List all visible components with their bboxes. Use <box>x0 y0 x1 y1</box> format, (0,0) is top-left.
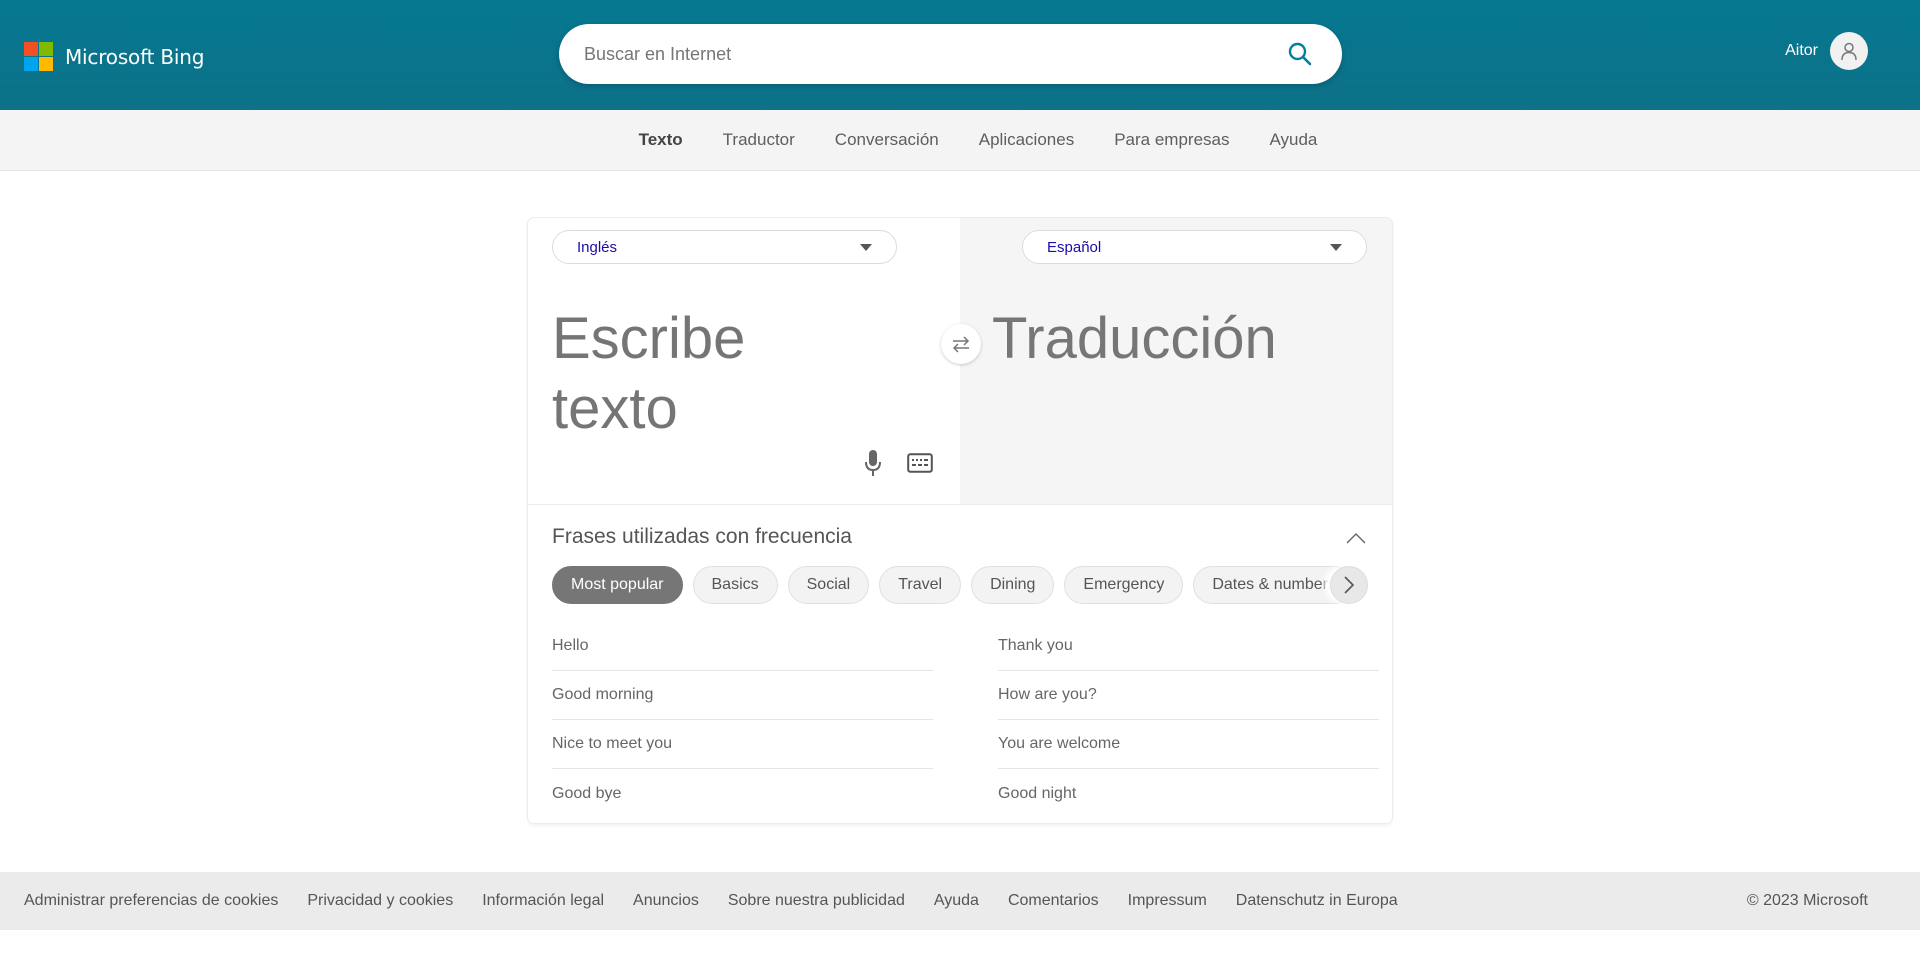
chip-dining[interactable]: Dining <box>971 566 1055 604</box>
person-icon <box>1841 42 1857 61</box>
nav-tab-aplicaciones[interactable]: Aplicaciones <box>959 130 1094 150</box>
phrases-section-title: Frases utilizadas con frecuencia <box>552 525 852 548</box>
chip-travel[interactable]: Travel <box>879 566 962 604</box>
footer-link-about-ads[interactable]: Sobre nuestra publicidad <box>728 892 905 910</box>
nav-tab-conversacion[interactable]: Conversación <box>815 130 959 150</box>
swap-arrows-icon <box>952 336 970 353</box>
source-pane: Inglés <box>528 218 960 504</box>
page-footer: Administrar preferencias de cookies Priv… <box>0 872 1920 930</box>
secondary-nav: Texto Traductor Conversación Aplicacione… <box>0 110 1920 171</box>
microphone-icon <box>865 450 881 476</box>
translation-panes: Inglés Escribe texto Español Traducción <box>528 218 1392 505</box>
chip-emergency[interactable]: Emergency <box>1064 566 1184 604</box>
footer-link-feedback[interactable]: Comentarios <box>1008 892 1099 910</box>
dropdown-caret-icon <box>860 243 872 251</box>
avatar <box>1830 32 1868 70</box>
microsoft-logo-icon <box>24 42 53 71</box>
user-account-button[interactable]: Aitor <box>1785 32 1868 70</box>
phrase-item[interactable]: Hello <box>552 622 933 671</box>
footer-link-privacy[interactable]: Privacidad y cookies <box>307 892 453 910</box>
search-bar <box>559 24 1342 84</box>
phrase-item[interactable]: Nice to meet you <box>552 720 933 769</box>
source-text-input[interactable] <box>552 304 852 444</box>
phrase-item[interactable]: Thank you <box>998 622 1379 671</box>
phrase-category-chips: Most popular Basics Social Travel Dining… <box>552 566 1368 606</box>
chevron-right-icon <box>1344 576 1355 594</box>
brand-name: Microsoft Bing <box>65 44 205 69</box>
phrase-item[interactable]: Good bye <box>552 769 933 818</box>
keyboard-button[interactable] <box>906 450 934 476</box>
target-pane: Español Traducción <box>960 218 1392 504</box>
top-header: Microsoft Bing Aitor <box>0 0 1920 110</box>
search-button[interactable] <box>1280 34 1320 74</box>
dropdown-caret-icon <box>1330 243 1342 251</box>
target-language-label: Español <box>1047 238 1102 256</box>
chips-scroll-next-button[interactable] <box>1330 566 1368 604</box>
phrase-item[interactable]: How are you? <box>998 671 1379 720</box>
footer-link-cookie-preferences[interactable]: Administrar preferencias de cookies <box>24 892 278 910</box>
copyright-text: © 2023 Microsoft <box>1746 892 1868 909</box>
search-input[interactable] <box>559 24 1280 84</box>
nav-tab-ayuda[interactable]: Ayuda <box>1249 130 1337 150</box>
phrase-item[interactable]: Good night <box>998 769 1379 818</box>
source-language-label: Inglés <box>577 238 618 256</box>
swap-languages-button[interactable] <box>941 324 981 364</box>
microphone-button[interactable] <box>860 448 886 478</box>
phrase-list-right: Thank you How are you? You are welcome G… <box>998 622 1379 818</box>
translation-output: Traducción <box>992 306 1277 371</box>
search-icon <box>1288 42 1312 66</box>
phrase-list-left: Hello Good morning Nice to meet you Good… <box>552 622 933 818</box>
bing-logo-link[interactable]: Microsoft Bing <box>24 42 204 71</box>
phrase-item[interactable]: Good morning <box>552 671 933 720</box>
collapse-phrases-button[interactable] <box>1344 528 1368 548</box>
chip-basics[interactable]: Basics <box>692 566 778 604</box>
source-language-select[interactable]: Inglés <box>552 230 897 264</box>
footer-link-impressum[interactable]: Impressum <box>1128 892 1207 910</box>
keyboard-icon <box>907 453 933 473</box>
nav-tab-traductor[interactable]: Traductor <box>703 130 815 150</box>
nav-tab-texto[interactable]: Texto <box>619 130 703 150</box>
chevron-up-icon <box>1346 533 1366 544</box>
footer-link-help[interactable]: Ayuda <box>934 892 979 910</box>
nav-tab-para-empresas[interactable]: Para empresas <box>1094 130 1249 150</box>
user-name: Aitor <box>1785 42 1818 59</box>
target-language-select[interactable]: Español <box>1022 230 1367 264</box>
phrase-item[interactable]: You are welcome <box>998 720 1379 769</box>
footer-link-ads[interactable]: Anuncios <box>633 892 699 910</box>
translator-card: Inglés Escribe texto Español Traducción … <box>528 218 1392 823</box>
chip-most-popular[interactable]: Most popular <box>552 566 683 604</box>
chip-social[interactable]: Social <box>787 566 870 604</box>
footer-link-datenschutz[interactable]: Datenschutz in Europa <box>1236 892 1398 910</box>
footer-link-legal[interactable]: Información legal <box>482 892 604 910</box>
